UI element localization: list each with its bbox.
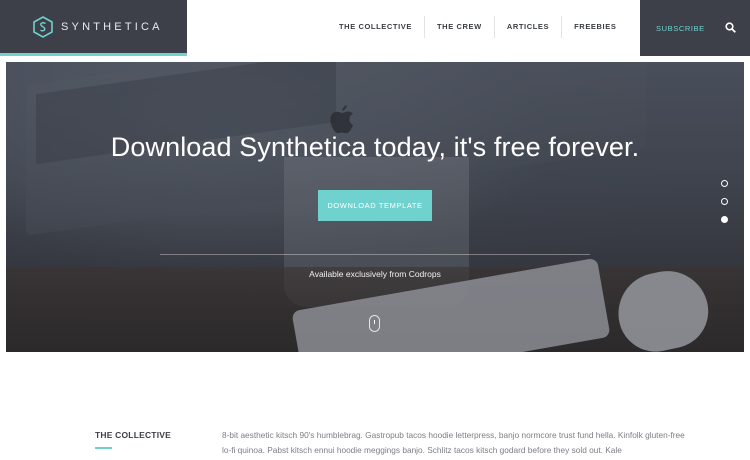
- hero-subtitle: Available exclusively from Codrops: [309, 269, 441, 279]
- nav-item-freebies[interactable]: FREEBIES: [562, 16, 628, 38]
- main-nav: THE COLLECTIVE THE CREW ARTICLES FREEBIE…: [327, 16, 628, 38]
- section-heading: THE COLLECTIVE: [95, 430, 171, 440]
- hero-title: Download Synthetica today, it's free for…: [110, 132, 640, 162]
- slider-dot[interactable]: [721, 216, 728, 223]
- logo-text: SYNTHETICA: [61, 20, 163, 33]
- slider-pagination: [721, 180, 728, 234]
- section-heading-underline: [95, 447, 112, 449]
- nav-item-the-crew[interactable]: THE CREW: [425, 16, 494, 38]
- download-template-button[interactable]: DOWNLOAD TEMPLATE: [318, 190, 432, 221]
- subscribe-panel: SUBSCRIBE: [640, 0, 750, 56]
- scroll-wheel: [374, 320, 375, 324]
- nav-item-the-collective[interactable]: THE COLLECTIVE: [327, 16, 424, 38]
- search-icon[interactable]: [725, 22, 736, 33]
- slider-dot[interactable]: [721, 180, 728, 187]
- scroll-down-mouse-icon[interactable]: [369, 315, 380, 332]
- subscribe-link[interactable]: SUBSCRIBE: [656, 24, 705, 33]
- hero-divider: [160, 254, 590, 255]
- logo[interactable]: SYNTHETICA: [0, 0, 187, 56]
- apple-logo-icon: [330, 105, 353, 134]
- nav-item-articles[interactable]: ARTICLES: [495, 16, 561, 38]
- section-body-text: 8-bit aesthetic kitsch 90's humblebrag. …: [222, 430, 685, 455]
- hero-banner: Download Synthetica today, it's free for…: [6, 62, 744, 352]
- logo-hexagon-icon: [33, 15, 53, 38]
- slider-dot[interactable]: [721, 198, 728, 205]
